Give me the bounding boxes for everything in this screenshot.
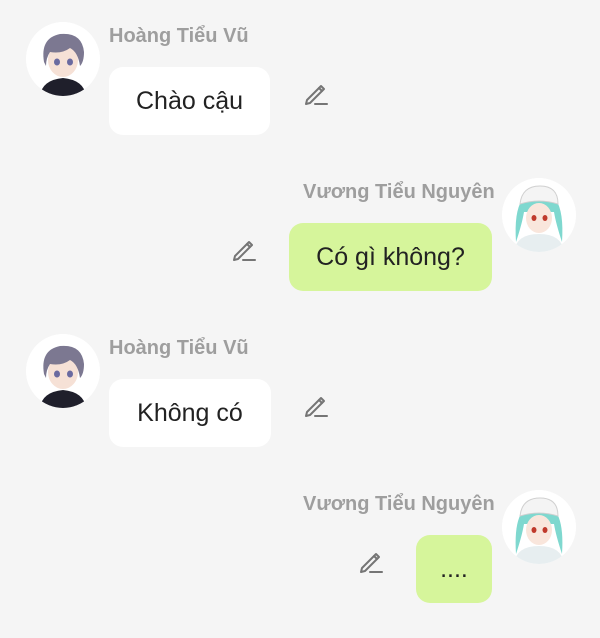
sender-avatar[interactable]: [502, 490, 576, 564]
sender-name: Hoàng Tiểu Vũ: [109, 337, 249, 359]
sender-avatar[interactable]: [26, 22, 100, 96]
pencil-icon[interactable]: [302, 392, 330, 420]
boy-avatar-icon: [26, 22, 100, 96]
message-bubble[interactable]: Chào cậu: [109, 67, 270, 135]
sender-name: Vương Tiểu Nguyên: [303, 493, 495, 515]
boy-avatar-icon: [26, 334, 100, 408]
pencil-icon[interactable]: [302, 80, 330, 108]
sender-name: Vương Tiểu Nguyên: [303, 181, 495, 203]
message-bubble[interactable]: ....: [416, 535, 492, 603]
sender-name: Hoàng Tiểu Vũ: [109, 25, 249, 47]
pencil-icon[interactable]: [357, 548, 385, 576]
sender-avatar[interactable]: [26, 334, 100, 408]
message-bubble[interactable]: Có gì không?: [289, 223, 492, 291]
girl-avatar-icon: [502, 490, 576, 564]
message-bubble[interactable]: Không có: [109, 379, 271, 447]
sender-avatar[interactable]: [502, 178, 576, 252]
pencil-icon[interactable]: [230, 236, 258, 264]
girl-avatar-icon: [502, 178, 576, 252]
